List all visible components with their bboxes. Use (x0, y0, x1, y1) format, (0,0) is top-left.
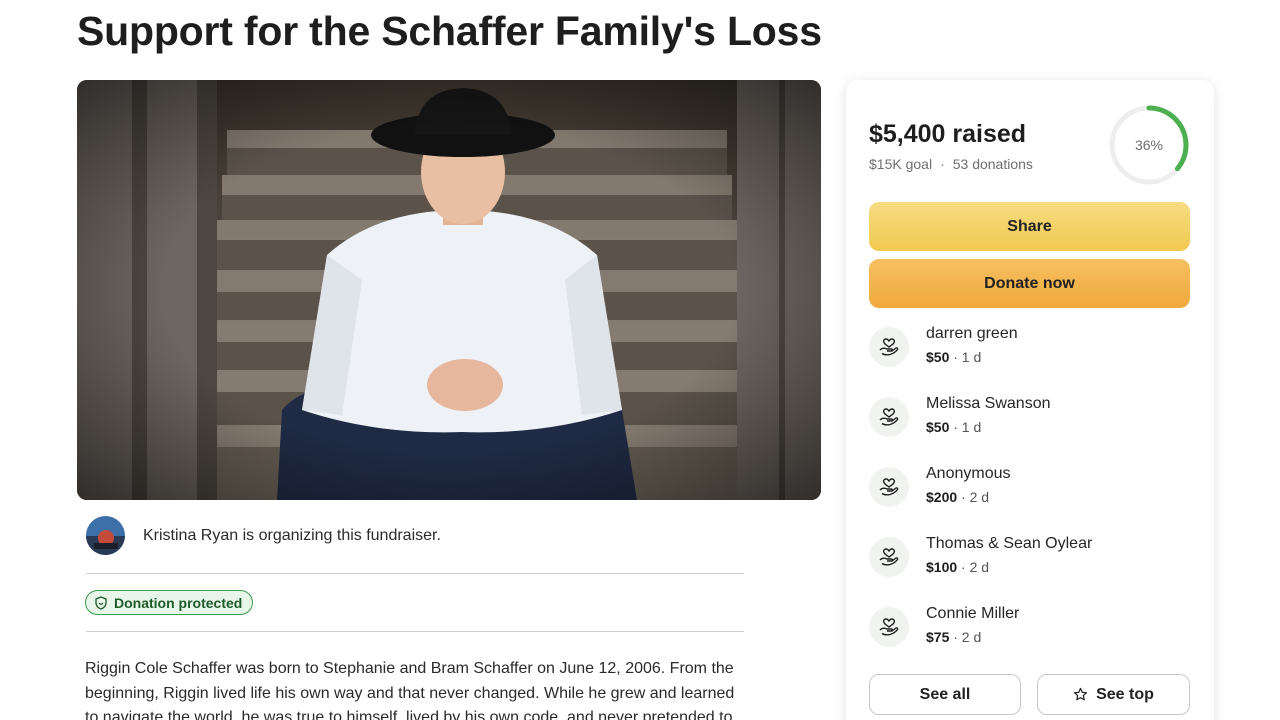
donation-amount: $50 (926, 419, 950, 435)
donation-meta: $50 · 1 d (926, 419, 981, 435)
heart-hand-icon (869, 607, 909, 647)
heart-hand-icon (869, 467, 909, 507)
hero-photo[interactable] (77, 80, 821, 500)
donation-time: · 2 d (961, 489, 990, 505)
star-icon (1073, 687, 1088, 701)
donation-item: Melissa Swanson $50 · 1 d (869, 395, 1190, 445)
heart-hand-icon (869, 327, 909, 367)
organizer-row: Kristina Ryan is organizing this fundrai… (86, 516, 441, 555)
donation-amount: $100 (926, 559, 958, 575)
organizer-text: Kristina Ryan is organizing this fundrai… (143, 526, 441, 544)
goal-line: $15K goal · 53 donations (869, 156, 1033, 172)
organizer-avatar[interactable] (86, 516, 125, 555)
donation-item: Anonymous $200 · 2 d (869, 465, 1190, 515)
donation-meta: $75 · 2 d (926, 629, 981, 645)
page-title: Support for the Schaffer Family's Loss (77, 8, 822, 54)
donation-time: · 2 d (953, 629, 982, 645)
share-button[interactable]: Share (869, 202, 1190, 251)
donation-amount: $75 (926, 629, 950, 645)
donation-card: $5,400 raised $15K goal · 53 donations 36%… (846, 80, 1214, 720)
donation-meta: $100 · 2 d (926, 559, 989, 575)
see-all-button[interactable]: See all (869, 674, 1021, 715)
donor-name: darren green (926, 325, 1018, 342)
donation-time: · 2 d (961, 559, 990, 575)
donation-item: darren green $50 · 1 d (869, 325, 1190, 375)
donor-name: Anonymous (926, 465, 1011, 482)
donation-meta: $200 · 2 d (926, 489, 989, 505)
divider (86, 573, 744, 574)
amount-raised: $5,400 raised (869, 120, 1027, 148)
donate-now-button[interactable]: Donate now (869, 259, 1190, 308)
separator: · (940, 156, 945, 172)
donation-protected-label: Donation protected (114, 594, 243, 611)
goal-amount: $15K goal (869, 156, 933, 172)
heart-hand-icon (869, 397, 909, 437)
donor-name: Connie Miller (926, 605, 1020, 622)
hero-photo-image (77, 80, 821, 500)
heart-hand-icon (869, 537, 909, 577)
donation-amount: $200 (926, 489, 958, 505)
donation-time: · 1 d (953, 419, 982, 435)
divider (86, 631, 744, 632)
donor-name: Thomas & Sean Oylear (926, 535, 1093, 552)
donation-meta: $50 · 1 d (926, 349, 981, 365)
progress-percent: 36% (1134, 137, 1164, 153)
see-top-button[interactable]: See top (1037, 674, 1190, 715)
donations-count: 53 donations (952, 156, 1033, 172)
donation-item: Thomas & Sean Oylear $100 · 2 d (869, 535, 1190, 585)
see-top-label: See top (1096, 685, 1154, 703)
donation-time: · 1 d (953, 349, 982, 365)
story-text: Riggin Cole Schaffer was born to Stephan… (85, 660, 735, 720)
donation-amount: $50 (926, 349, 950, 365)
shield-icon (95, 595, 107, 610)
donation-item: Connie Miller $75 · 2 d (869, 605, 1190, 655)
donation-protected-badge[interactable]: Donation protected (85, 590, 254, 615)
donor-name: Melissa Swanson (926, 395, 1051, 412)
